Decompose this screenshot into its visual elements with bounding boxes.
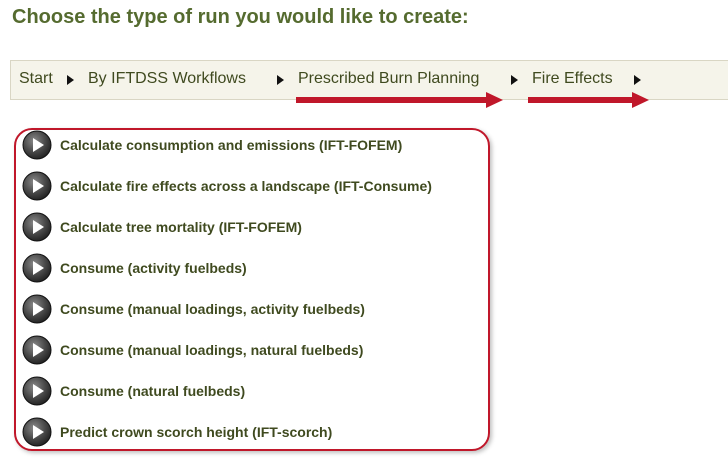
option-calculate-tree-mortality[interactable]: Calculate tree mortality (IFT-FOFEM) [22, 212, 302, 242]
annotation-arrow-prescribed-burn [296, 92, 503, 108]
play-button-icon [22, 253, 52, 283]
option-label: Consume (manual loadings, natural fuelbe… [60, 342, 364, 358]
option-label: Calculate consumption and emissions (IFT… [60, 137, 403, 153]
play-button-icon [22, 130, 52, 160]
option-consume-manual-natural[interactable]: Consume (manual loadings, natural fuelbe… [22, 335, 363, 365]
option-label: Calculate tree mortality (IFT-FOFEM) [60, 219, 302, 235]
option-consume-manual-activity[interactable]: Consume (manual loadings, activity fuelb… [22, 294, 365, 324]
option-label: Consume (natural fuelbeds) [60, 383, 246, 399]
play-button-icon [22, 417, 52, 447]
option-consume-activity-fuelbeds[interactable]: Consume (activity fuelbeds) [22, 253, 247, 283]
option-predict-crown-scorch[interactable]: Predict crown scorch height (IFT-scorch) [22, 417, 332, 447]
option-calculate-fire-effects-landscape[interactable]: Calculate fire effects across a landscap… [22, 171, 432, 201]
play-button-icon [22, 294, 52, 324]
option-label: Predict crown scorch height (IFT-scorch) [60, 424, 333, 440]
play-button-icon [22, 212, 52, 242]
play-button-icon [22, 335, 52, 365]
option-label: Consume (manual loadings, activity fuelb… [60, 301, 365, 317]
option-calculate-consumption-emissions[interactable]: Calculate consumption and emissions (IFT… [22, 130, 402, 160]
play-button-icon [22, 376, 52, 406]
play-button-icon [22, 171, 52, 201]
option-consume-natural-fuelbeds[interactable]: Consume (natural fuelbeds) [22, 376, 245, 406]
option-label: Consume (activity fuelbeds) [60, 260, 247, 276]
annotation-arrow-fire-effects [528, 92, 649, 108]
option-label: Calculate fire effects across a landscap… [60, 178, 432, 194]
